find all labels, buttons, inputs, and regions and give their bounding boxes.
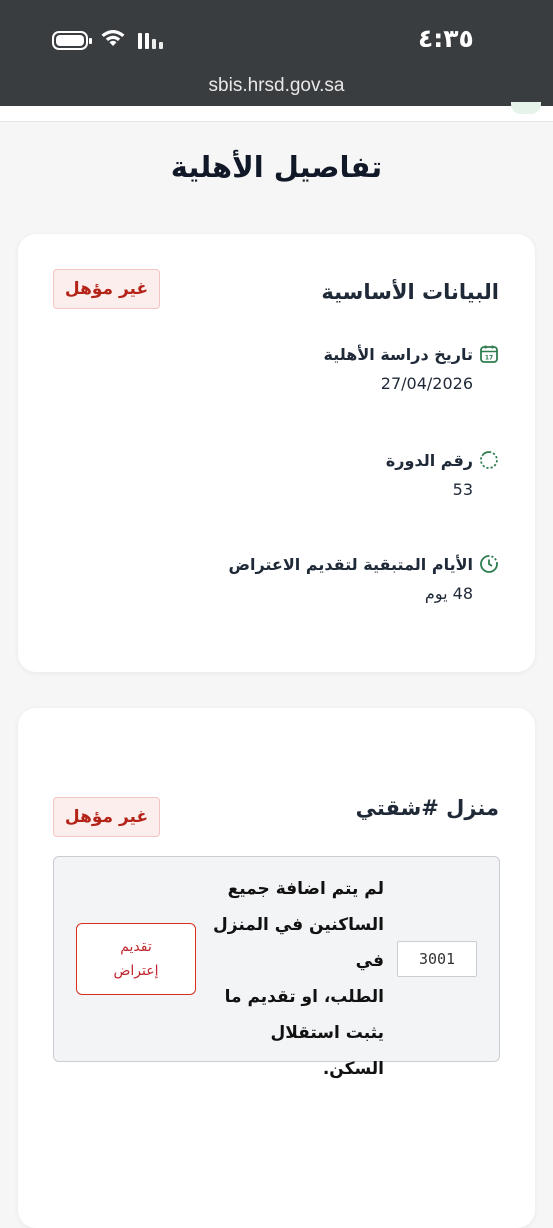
- notice-line: يثبت استقلال: [270, 1023, 384, 1043]
- notice-text: لم يتم اضافة جميع الساكنين في المنزل في …: [204, 871, 384, 1087]
- battery-icon: [52, 30, 92, 50]
- notice-line: السكن.: [322, 1059, 384, 1079]
- remaining-days-label-text: الأيام المتبقية لتقديم الاعتراض: [228, 554, 473, 574]
- page-title: تفاصيل الأهلية: [170, 150, 383, 184]
- submit-appeal-button[interactable]: تقديم إعتراض: [76, 923, 196, 995]
- wifi-icon: [100, 28, 126, 52]
- cycle-icon: [479, 450, 499, 470]
- study-date-label-text: تاريخ دراسة الأهلية: [323, 344, 473, 364]
- housing-status-badge: غير مؤهل: [53, 797, 160, 837]
- calendar-icon: 17: [479, 344, 499, 364]
- remaining-days-label: الأيام المتبقية لتقديم الاعتراض: [228, 552, 499, 576]
- remaining-days-value: 48 يوم: [424, 584, 473, 603]
- url-bar[interactable]: sbis.hrsd.gov.sa: [0, 75, 553, 97]
- page-header-strip: [0, 102, 553, 122]
- clock-icon: [479, 554, 499, 574]
- cycle-number-label-text: رقم الدورة: [385, 450, 473, 470]
- notice-line: الساكنين في المنزل في: [213, 915, 384, 971]
- basic-info-title: البيانات الأساسية: [321, 280, 499, 304]
- signal-icon: [138, 31, 163, 49]
- study-date-value: 27/04/2026: [380, 374, 473, 393]
- housing-title: منزل #شقتي: [355, 796, 499, 820]
- notice-line: الطلب، او تقديم ما: [224, 987, 384, 1007]
- appeal-button-line1: تقديم: [120, 939, 152, 955]
- status-time: ٤:٣٥: [418, 24, 474, 53]
- cycle-number-value: 53: [452, 480, 473, 499]
- appeal-button-line2: إعتراض: [113, 963, 159, 979]
- basic-info-card: غير مؤهل البيانات الأساسية 17 تاريخ دراس…: [18, 234, 535, 672]
- reason-code: 3001: [397, 941, 477, 977]
- housing-card: غير مؤهل منزل #شقتي 3001 لم يتم اضافة جم…: [18, 708, 535, 1228]
- svg-text:17: 17: [485, 355, 493, 362]
- notice-line: لم يتم اضافة جميع: [227, 879, 384, 899]
- notice-box: 3001 لم يتم اضافة جميع الساكنين في المنز…: [53, 856, 500, 1079]
- header-tab-edge: [511, 102, 541, 114]
- status-badge: غير مؤهل: [53, 269, 160, 309]
- study-date-label: 17 تاريخ دراسة الأهلية: [323, 342, 499, 366]
- cycle-number-label: رقم الدورة: [386, 448, 499, 472]
- status-icons: [52, 28, 163, 52]
- status-bar: ٤:٣٥ sbis.hrsd.gov.sa: [0, 0, 553, 106]
